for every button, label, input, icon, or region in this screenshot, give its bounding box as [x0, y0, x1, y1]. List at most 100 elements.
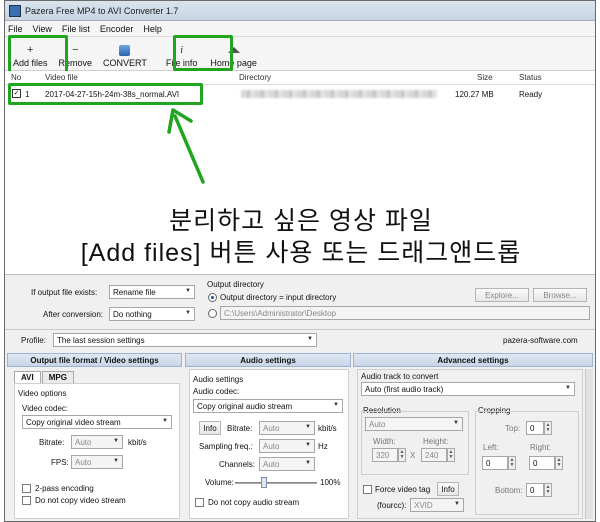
menu-file-list[interactable]: File list	[62, 24, 90, 34]
resolution-select[interactable]: Auto	[365, 417, 463, 431]
convert-button[interactable]: CONVERT	[99, 40, 151, 68]
channels-value: Auto	[263, 459, 280, 469]
app-icon	[9, 4, 21, 17]
volume-label: Volume:	[205, 478, 234, 487]
audio-bitrate-value: Auto	[263, 423, 280, 433]
audio-track-label: Audio track to convert	[361, 372, 439, 381]
toolbar: + Add files − Remove CONVERT i File info…	[5, 37, 595, 71]
audio-bitrate-label: Bitrate:	[227, 424, 253, 433]
custom-dir-radio[interactable]	[208, 309, 217, 318]
audio-codec-select[interactable]: Copy original audio stream	[193, 399, 343, 413]
sampling-freq-select[interactable]: Auto	[259, 439, 315, 453]
format-tabs: AVI MPG	[14, 371, 75, 383]
convert-icon	[119, 45, 131, 56]
force-tag-checkbox[interactable]	[363, 485, 372, 494]
explore-button[interactable]: Explore...	[475, 288, 529, 302]
height-value: 240	[425, 450, 439, 460]
audio-bitrate-select[interactable]: Auto	[259, 421, 315, 435]
width-label: Width:	[373, 437, 396, 446]
crop-bottom-label: Bottom:	[495, 486, 523, 495]
tab-avi[interactable]: AVI	[14, 371, 41, 383]
crop-right-spinner[interactable]: ▲ ▼	[555, 456, 563, 470]
file-row-highlight	[8, 83, 203, 105]
audio-info-button[interactable]: Info	[199, 421, 221, 435]
menu-encoder[interactable]: Encoder	[100, 24, 134, 34]
profile-label: Profile:	[21, 336, 46, 345]
audio-track-value: Auto (first audio track)	[365, 384, 444, 394]
browse-button[interactable]: Browse...	[533, 288, 587, 302]
video-codec-value: Copy original video stream	[26, 417, 121, 427]
website-link[interactable]: pazera-software.com	[503, 336, 578, 345]
fourcc-value: XVID	[414, 500, 433, 510]
menu-help[interactable]: Help	[143, 24, 162, 34]
video-codec-select[interactable]: Copy original video stream	[22, 415, 172, 429]
channels-label: Channels:	[219, 460, 256, 469]
crop-top-spinner[interactable]: ▲ ▼	[544, 421, 552, 435]
menu-view[interactable]: View	[33, 24, 52, 34]
video-bitrate-unit: kbit/s	[128, 438, 147, 447]
fourcc-info-button[interactable]: Info	[437, 482, 459, 496]
width-input[interactable]: 320	[372, 448, 398, 462]
height-input[interactable]: 240	[421, 448, 447, 462]
menu-bar: File View File list Encoder Help	[5, 21, 595, 37]
video-bitrate-label: Bitrate:	[39, 438, 65, 447]
fps-select[interactable]: Auto	[71, 455, 123, 469]
input-dir-option: Output directory = input directory	[220, 293, 337, 302]
height-label: Height:	[423, 437, 449, 446]
crop-right-input[interactable]: 0	[529, 456, 555, 470]
profile-divider	[5, 329, 595, 330]
sampling-freq-unit: Hz	[318, 442, 328, 451]
width-spinner[interactable]: ▲ ▼	[398, 448, 406, 462]
input-dir-radio[interactable]	[208, 293, 217, 302]
profile-value: The last session settings	[57, 335, 145, 345]
audio-track-select[interactable]: Auto (first audio track)	[361, 382, 575, 396]
volume-slider-track[interactable]	[235, 482, 317, 484]
audio-codec-label: Audio codec:	[193, 387, 240, 396]
col-size[interactable]: Size	[477, 73, 493, 82]
volume-slider-thumb[interactable]	[261, 477, 267, 488]
col-video-file[interactable]: Video file	[45, 73, 78, 82]
col-directory[interactable]: Directory	[239, 73, 271, 82]
crop-bottom-input[interactable]: 0	[526, 483, 544, 497]
sampling-freq-label: Sampling freq.:	[199, 442, 253, 451]
advanced-settings-header: Advanced settings	[353, 353, 593, 367]
crop-right-value: 0	[533, 458, 538, 468]
crop-left-input[interactable]: 0	[482, 456, 508, 470]
video-bitrate-value: Auto	[75, 437, 92, 447]
after-conversion-select[interactable]: Do nothing	[109, 307, 195, 321]
overlay-caption-1: 분리하고 싶은 영상 파일	[169, 207, 433, 235]
col-no[interactable]: No	[11, 73, 21, 82]
channels-select[interactable]: Auto	[259, 457, 315, 471]
fourcc-select[interactable]: XVID	[410, 498, 464, 512]
video-bitrate-select[interactable]: Auto	[71, 435, 123, 449]
crop-left-spinner[interactable]: ▲ ▼	[508, 456, 516, 470]
col-status[interactable]: Status	[519, 73, 542, 82]
title-bar: Pazera Free MP4 to AVI Converter 1.7	[5, 1, 595, 21]
tab-mpg[interactable]: MPG	[41, 371, 74, 383]
height-spinner[interactable]: ▲ ▼	[447, 448, 455, 462]
video-settings-header: Output file format / Video settings	[7, 353, 182, 367]
crop-bottom-spinner[interactable]: ▲ ▼	[544, 483, 552, 497]
advanced-scrollbar[interactable]	[585, 369, 593, 519]
file-info-highlight	[173, 35, 233, 71]
no-copy-video-checkbox[interactable]	[22, 496, 31, 505]
crop-right-label: Right:	[530, 443, 551, 452]
profile-select[interactable]: The last session settings	[53, 333, 317, 347]
if-exists-value: Rename file	[113, 287, 156, 297]
if-exists-select[interactable]: Rename file	[109, 285, 195, 299]
overlay-caption-2: [Add files] 버튼 사용 또는 드래그앤드롭	[80, 239, 522, 267]
output-options: If output file exists: Rename file After…	[5, 275, 595, 327]
video-codec-label: Video codec:	[22, 404, 69, 413]
two-pass-checkbox[interactable]	[22, 484, 31, 493]
crop-top-input[interactable]: 0	[526, 421, 544, 435]
fps-value: Auto	[75, 457, 92, 467]
output-dir-input[interactable]: C:\Users\Administrator\Desktop	[220, 306, 590, 320]
fps-label: FPS:	[51, 458, 69, 467]
no-copy-audio-checkbox[interactable]	[195, 498, 204, 507]
menu-file[interactable]: File	[8, 24, 23, 34]
audio-bitrate-unit: kbit/s	[318, 424, 337, 433]
row-status: Ready	[519, 89, 543, 99]
if-exists-label: If output file exists:	[31, 288, 98, 297]
window-title: Pazera Free MP4 to AVI Converter 1.7	[25, 5, 179, 16]
resolution-value: Auto	[369, 419, 386, 429]
